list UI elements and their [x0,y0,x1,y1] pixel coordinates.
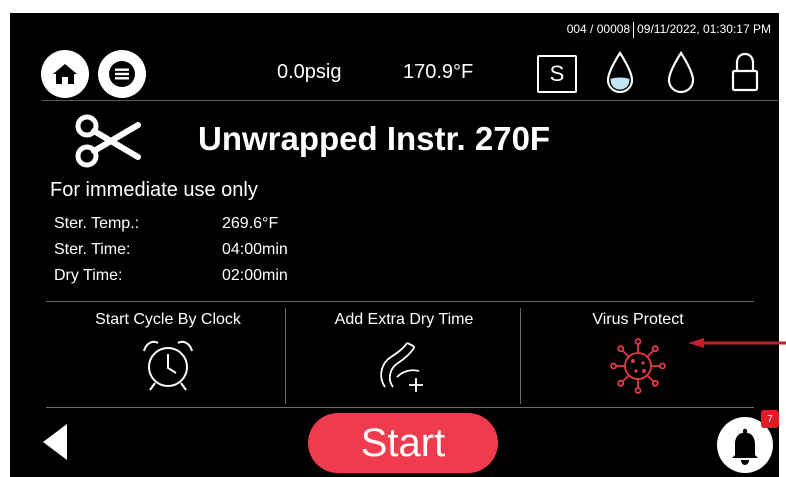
start-cycle-by-clock-label: Start Cycle By Clock [95,311,241,328]
ster-temp-label: Ster. Temp.: [54,215,140,232]
s-indicator[interactable]: S [537,55,577,93]
ster-temp-value: 269.6°F [222,215,279,232]
home-icon [53,64,77,84]
notification-badge: 7 [761,410,779,428]
back-arrow-icon[interactable] [40,422,70,462]
options-top-divider [46,301,754,302]
menu-button[interactable] [98,50,146,98]
menu-icon [109,61,135,87]
virus-protect-label: Virus Protect [592,311,684,328]
status-bar: 004 / 00008 09/11/2022, 01:30:17 PM [567,22,771,38]
scissors-icon [75,114,141,168]
dry-time-label: Dry Time: [54,267,123,284]
alarm-clock-icon [143,340,193,391]
add-extra-dry-time-option[interactable]: Add Extra Dry Time [286,309,522,405]
sterilizer-screen: 004 / 00008 09/11/2022, 01:30:17 PM 0.0ps… [10,13,779,477]
ster-time-label: Ster. Time: [54,241,131,258]
ster-time-value: 04:00min [222,241,288,258]
dry-time-value: 02:00min [222,267,288,284]
home-button[interactable] [41,50,89,98]
add-extra-dry-time-label: Add Extra Dry Time [334,311,474,328]
program-subtitle: For immediate use only [50,179,258,201]
water-drop-outline-icon[interactable] [666,51,696,95]
annotation-arrow-icon [688,338,786,348]
water-drop-filled-icon[interactable] [605,51,635,95]
datetime: 09/11/2022, 01:30:17 PM [637,22,771,37]
pressure-reading: 0.0psig [277,61,342,83]
virus-protect-option[interactable]: Virus Protect [520,309,756,405]
options-bottom-divider [46,407,754,408]
cycle-counter: 004 / 00008 [566,22,631,37]
start-cycle-by-clock-option[interactable]: Start Cycle By Clock [50,309,286,405]
temperature-reading: 170.9°F [403,61,474,83]
header-divider [42,100,779,101]
status-separator [633,22,635,38]
virus-icon [610,338,666,394]
dry-add-icon [380,342,423,392]
start-button[interactable]: Start [308,413,498,473]
lock-icon[interactable] [730,51,760,95]
program-title: Unwrapped Instr. 270F [198,120,551,157]
